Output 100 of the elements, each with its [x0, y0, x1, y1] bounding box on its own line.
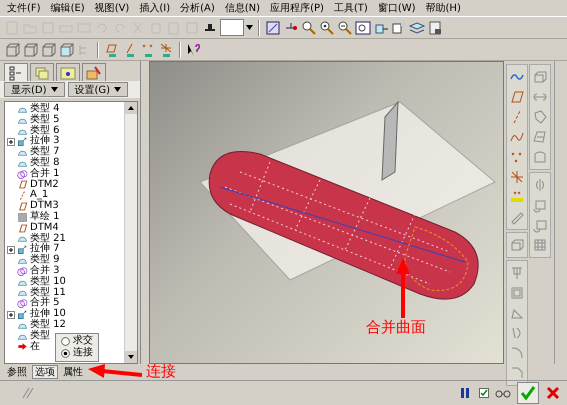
tree-item[interactable]: 类型 21 — [30, 234, 66, 244]
merge-icon — [17, 168, 28, 180]
merge-icon — [17, 298, 28, 310]
annotation-text: 连接 — [146, 362, 176, 381]
tree-item[interactable]: 在 — [30, 342, 40, 352]
tree-item[interactable]: 合并 5 — [30, 298, 60, 310]
round-icon[interactable] — [509, 345, 525, 361]
menu-item[interactable]: 应用程序(P) — [265, 1, 329, 15]
navigator-tab[interactable] — [56, 63, 80, 81]
dropdown-button[interactable]: 设置(G) — [68, 82, 128, 97]
view-cube-icon[interactable] — [4, 42, 20, 58]
annotation-arrow — [395, 258, 411, 318]
folder-icon — [60, 64, 76, 80]
dropdown-button[interactable]: 显示(D) — [4, 82, 65, 97]
filter-dropdown[interactable] — [220, 19, 244, 36]
tree-item[interactable]: 类型 10 — [30, 276, 66, 288]
option-label[interactable]: 求交 — [73, 336, 93, 348]
preview-checkbox[interactable] — [479, 388, 489, 398]
insert-arrow-icon — [17, 341, 28, 352]
radio-button[interactable] — [61, 337, 70, 346]
layers-icon[interactable] — [409, 20, 425, 36]
menu-item[interactable]: 插入(I) — [134, 1, 176, 15]
menu-item[interactable]: 信息(N) — [220, 1, 266, 15]
tree-item[interactable]: 类型 7 — [30, 147, 60, 158]
menu-item[interactable]: 帮助(H) — [420, 1, 466, 15]
datum-plane-icon — [17, 222, 28, 234]
datum-line-icon[interactable] — [20, 385, 36, 401]
menu-item[interactable]: 窗口(W) — [372, 1, 421, 15]
tree-item[interactable]: 合并 3 — [30, 266, 60, 277]
menu-item[interactable]: 文件(F) — [2, 1, 46, 15]
zoom-in-icon[interactable] — [301, 20, 317, 36]
model-viewport[interactable] — [149, 61, 504, 364]
annotation-text: 合并曲面 — [366, 318, 426, 337]
model-setup-icon[interactable] — [427, 20, 443, 36]
repaint-icon[interactable] — [265, 20, 281, 36]
blend-icon[interactable] — [532, 129, 548, 145]
extrude-icon[interactable] — [532, 69, 548, 85]
datum-plane-icon[interactable] — [509, 89, 525, 105]
dashboard-tab[interactable]: 参照 — [4, 365, 30, 379]
menu-item[interactable]: 分析(A) — [175, 1, 220, 15]
scroll-up-icon[interactable] — [125, 102, 137, 114]
caret-icon — [114, 87, 122, 92]
coordinate-system-icon[interactable] — [158, 42, 174, 58]
model-tree-icon — [8, 64, 24, 80]
pattern-icon[interactable] — [532, 237, 548, 253]
tree-item[interactable]: 类型 8 — [30, 158, 60, 169]
tree-item[interactable]: A_1 — [30, 190, 48, 202]
tree-item[interactable]: DTM4 — [30, 222, 59, 234]
radio-button[interactable] — [61, 349, 70, 358]
tree-item[interactable]: DTM2 — [30, 180, 59, 190]
tree-item[interactable]: DTM3 — [30, 201, 59, 212]
extrude-icon — [17, 244, 28, 256]
menu-item[interactable]: 视图(V) — [90, 1, 134, 15]
shell-icon[interactable] — [509, 285, 525, 301]
expand-icon[interactable] — [7, 246, 15, 254]
view-cube-icon[interactable] — [40, 42, 56, 58]
expand-icon[interactable] — [7, 138, 15, 146]
tree-item[interactable]: 合并 1 — [30, 168, 60, 180]
cancel-icon[interactable] — [545, 385, 561, 401]
extrude-icon — [17, 309, 28, 320]
analysis-feature-icon[interactable] — [509, 189, 525, 205]
tree-item[interactable]: 草绘 1 — [30, 212, 60, 223]
context-help-icon[interactable] — [186, 42, 202, 58]
layers-icon — [34, 64, 50, 80]
menu-item[interactable]: 编辑(E) — [46, 1, 90, 15]
zoom-out-icon[interactable] — [337, 20, 353, 36]
tree-item[interactable]: 拉伸 10 — [30, 309, 66, 320]
hole-icon[interactable] — [509, 265, 525, 281]
caret-icon[interactable] — [246, 25, 253, 30]
sweep-icon[interactable] — [532, 109, 548, 125]
tree-item[interactable]: 类型 — [30, 330, 50, 342]
tree-item[interactable]: 类型 4 — [30, 104, 60, 115]
tree-item[interactable]: 类型 5 — [30, 114, 60, 126]
datum-plane-icon — [17, 179, 28, 190]
saved-views-icon[interactable] — [391, 20, 407, 36]
navigator-tab[interactable] — [4, 63, 28, 81]
feature-icon[interactable] — [509, 237, 525, 253]
tree-item[interactable]: 类型 6 — [30, 126, 60, 136]
refit-icon[interactable] — [355, 20, 371, 36]
expand-icon[interactable] — [7, 310, 15, 319]
menu-item[interactable]: 工具(T) — [328, 1, 373, 15]
sketch-icon — [17, 212, 28, 223]
boundary-icon[interactable] — [532, 149, 548, 165]
zoom-in-icon[interactable] — [319, 20, 335, 36]
annotation-arrow — [88, 364, 142, 378]
merge-icon — [17, 266, 28, 277]
extrude-icon — [17, 136, 28, 148]
dashboard-tab[interactable]: 属性 — [60, 365, 86, 379]
option-label[interactable]: 连接 — [73, 348, 93, 359]
tree-item[interactable]: 类型 12 — [30, 320, 66, 331]
scroll-down-icon[interactable] — [125, 351, 137, 363]
datum-plane-icon — [17, 201, 28, 212]
confirm-button[interactable] — [517, 382, 539, 404]
tree-item[interactable]: 类型 9 — [30, 255, 60, 266]
coordinate-system-icon[interactable] — [509, 169, 525, 185]
caret-icon — [50, 87, 58, 92]
shaded-cube-icon[interactable] — [58, 42, 74, 58]
dashboard-tab[interactable]: 选项 — [32, 365, 58, 379]
favorites-icon — [86, 64, 102, 80]
view-cube-icon[interactable] — [22, 42, 38, 58]
